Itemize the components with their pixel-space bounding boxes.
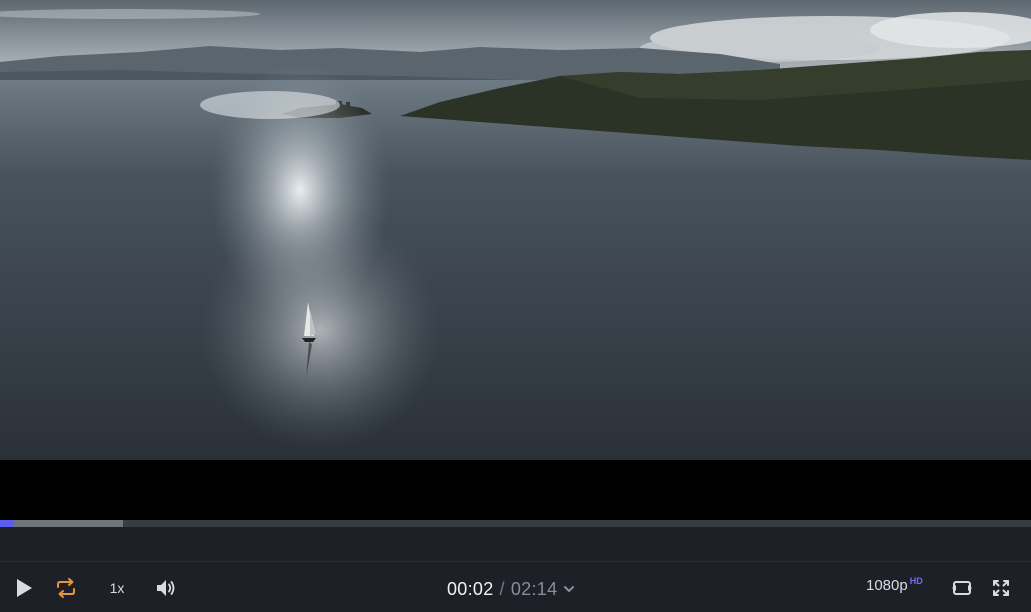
progress-bar[interactable] (0, 520, 1031, 527)
theater-mode-button[interactable] (948, 574, 976, 602)
play-icon (17, 579, 32, 597)
playback-speed-button[interactable]: 1x (100, 574, 134, 602)
current-time: 00:02 (447, 578, 494, 599)
loop-button[interactable] (52, 574, 80, 602)
hd-badge: HD (909, 576, 923, 586)
volume-button[interactable] (152, 574, 180, 602)
play-button[interactable] (10, 574, 38, 602)
control-bar: 1x 00:02 / 02:14 1080p HD (0, 527, 1031, 612)
duration: 02:14 (510, 578, 558, 599)
time-display[interactable]: 00:02 / 02:14 (447, 578, 575, 600)
video-player: 1x 00:02 / 02:14 1080p HD (0, 0, 1031, 612)
video-still (0, 0, 1031, 460)
progress-buffered (0, 520, 123, 527)
fullscreen-button[interactable] (987, 574, 1015, 602)
loop-icon (57, 578, 75, 598)
divider (0, 561, 1031, 562)
quality-selector[interactable]: 1080p HD (866, 576, 923, 599)
volume-icon (157, 580, 175, 596)
time-separator: / (499, 578, 505, 599)
theater-mode-icon (952, 581, 972, 595)
progress-played (0, 520, 14, 527)
chevron-down-icon (563, 585, 575, 593)
fullscreen-icon (993, 580, 1009, 596)
quality-label: 1080p (866, 577, 908, 594)
video-frame[interactable] (0, 0, 1031, 460)
